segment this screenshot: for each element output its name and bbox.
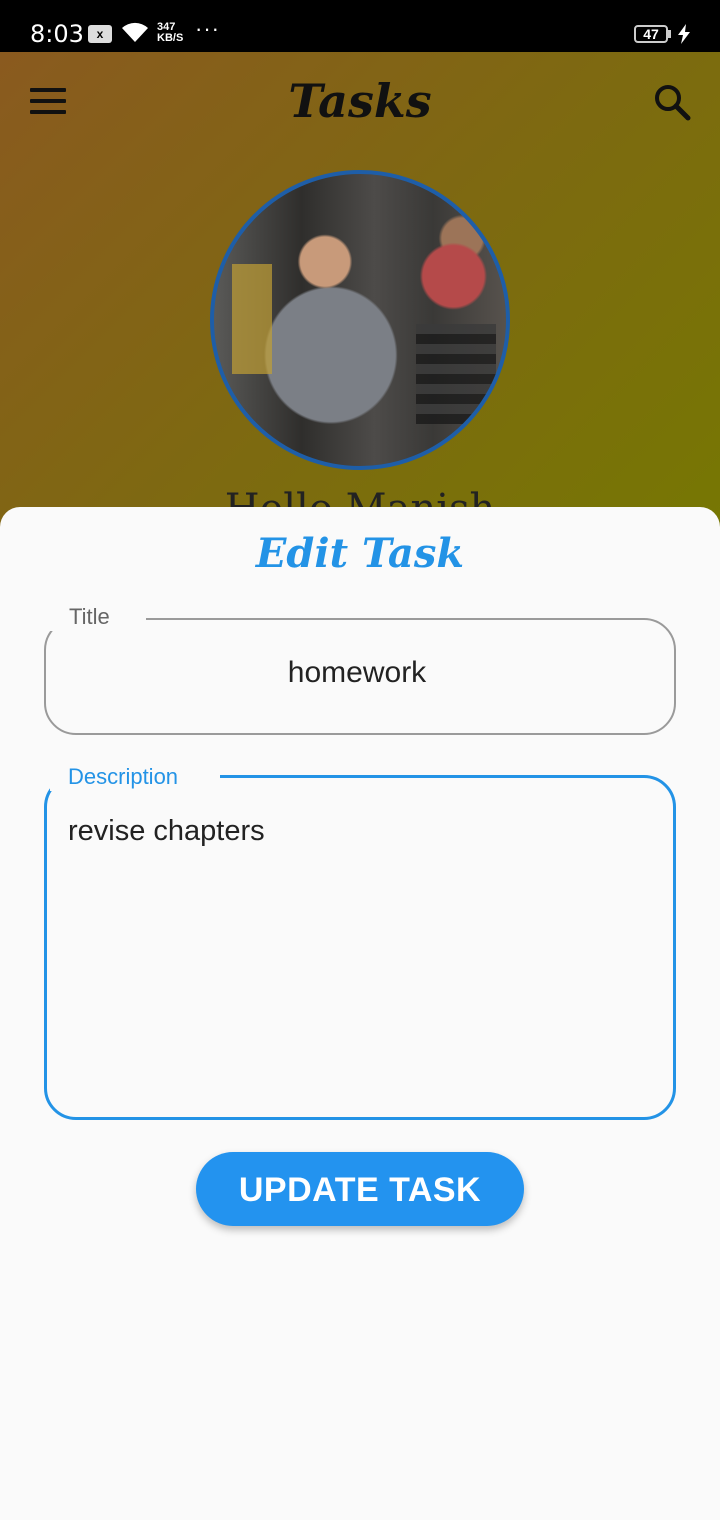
avatar-photo-detail (416, 324, 496, 424)
description-field-label: Description (68, 764, 179, 789)
app-title: Tasks (288, 74, 432, 128)
status-bar: 8:03 x 347 KB/S ··· 47 (0, 0, 720, 52)
status-time: 8:03 (30, 20, 84, 48)
title-field-label: Title (69, 604, 110, 629)
profile-avatar[interactable] (210, 170, 510, 470)
wifi-icon (120, 20, 150, 49)
title-input[interactable]: homework (44, 656, 670, 690)
net-speed-unit: KB/S (157, 32, 184, 44)
net-speed: 347 KB/S (157, 22, 183, 44)
overflow-dots-icon: ··· (195, 16, 220, 41)
update-task-button[interactable]: UPDATE TASK (196, 1152, 524, 1226)
notification-icon: x (88, 25, 112, 43)
charging-bolt-icon (677, 24, 691, 49)
description-input[interactable]: revise chapters (68, 815, 265, 848)
battery-icon: 47 (634, 25, 668, 43)
avatar-photo-detail (232, 264, 272, 374)
sheet-title: Edit Task (255, 530, 465, 577)
search-icon[interactable] (652, 82, 692, 122)
battery-tip (668, 30, 671, 38)
